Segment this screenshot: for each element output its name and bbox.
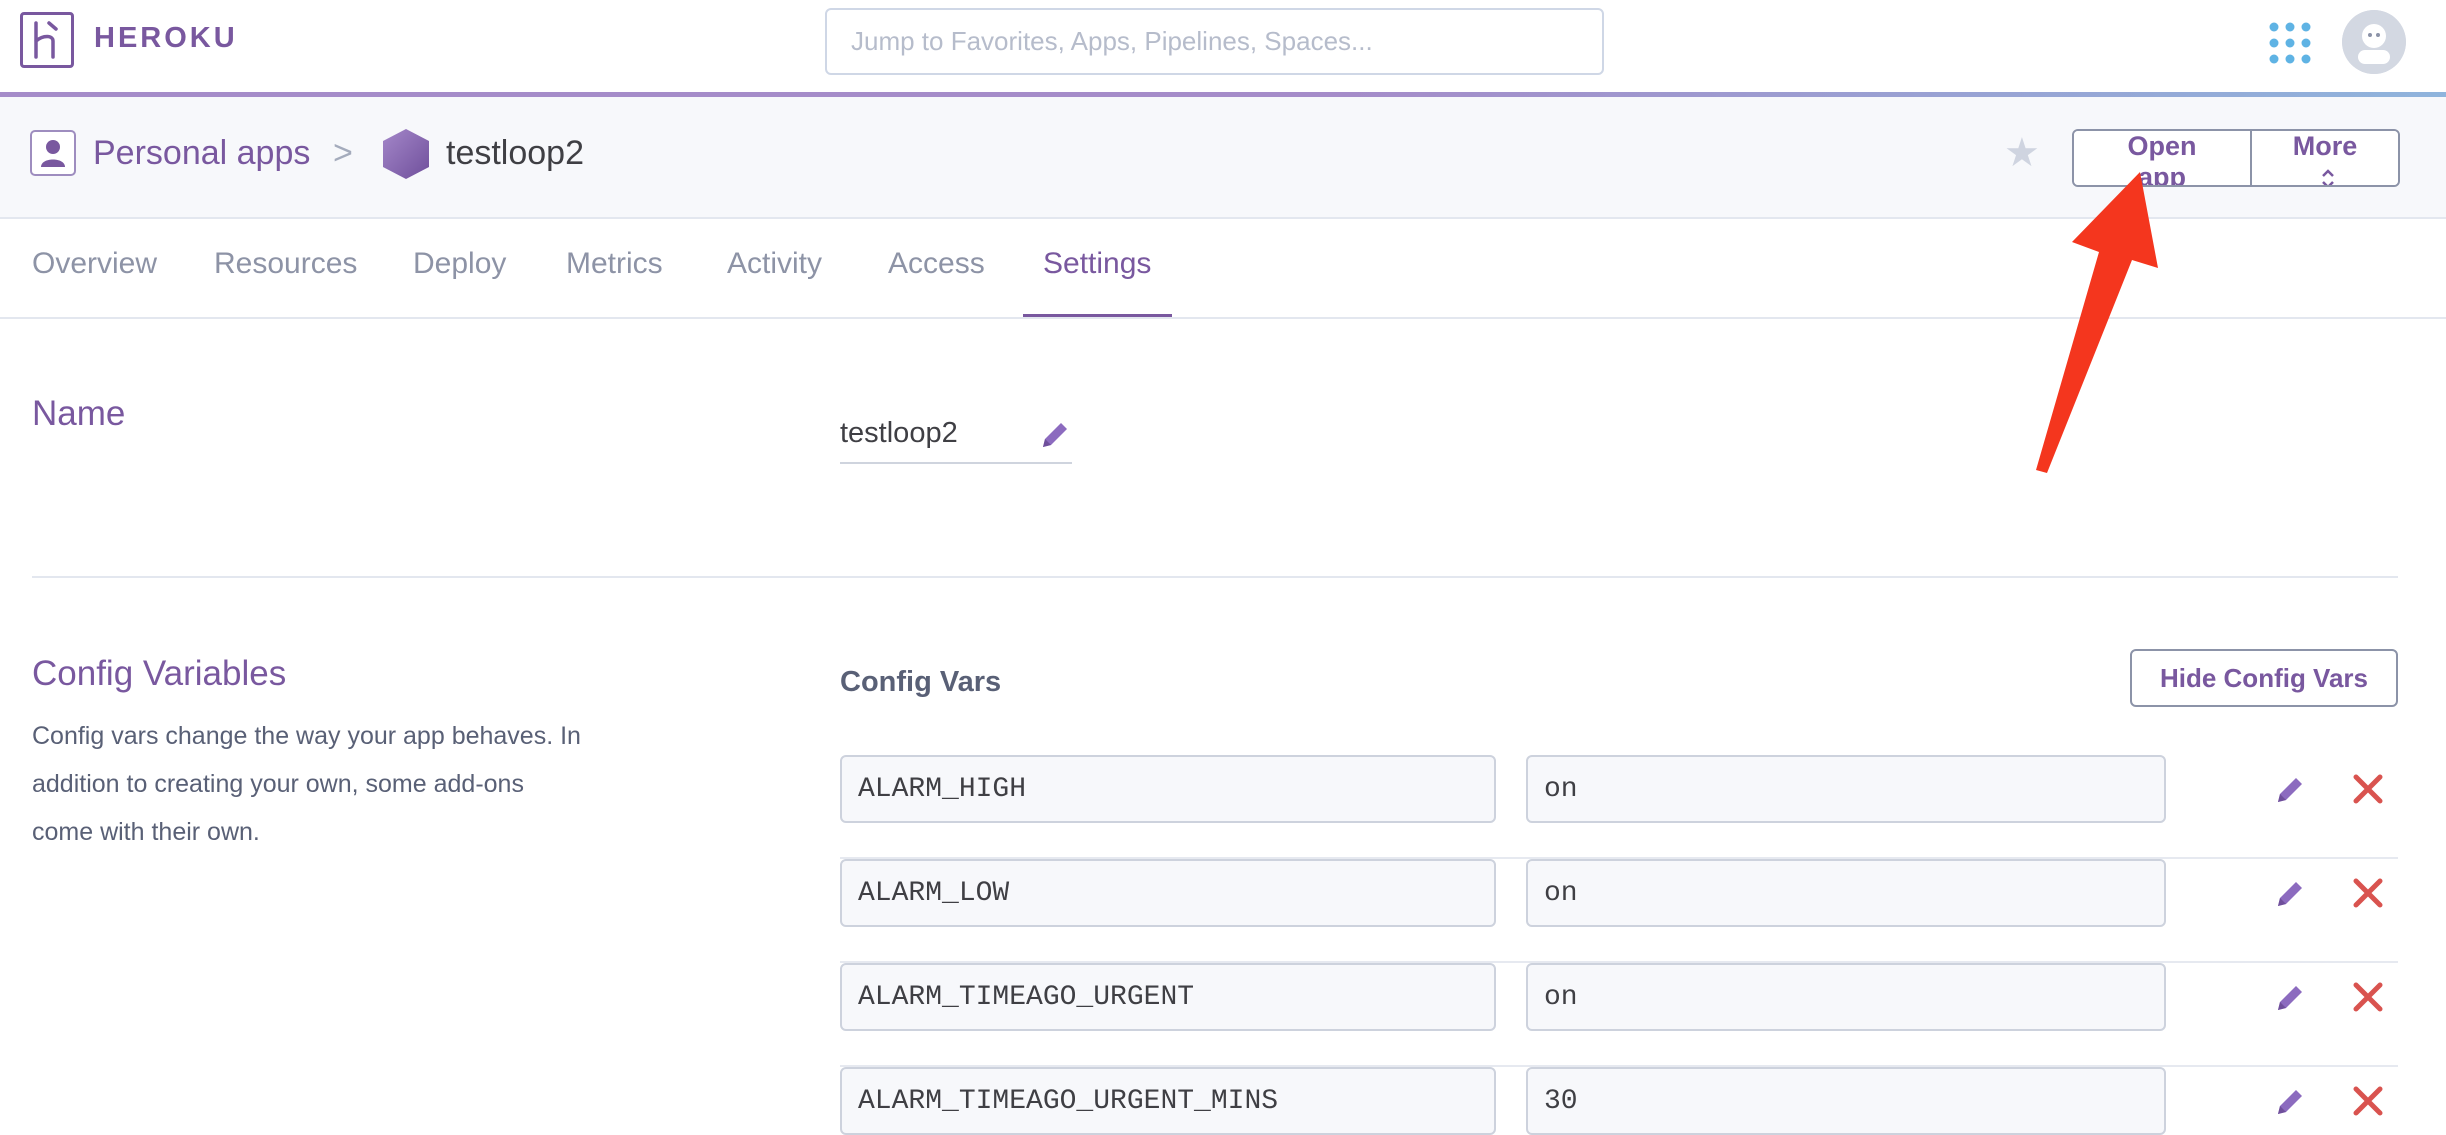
pencil-icon[interactable] — [2272, 979, 2308, 1015]
config-key-input[interactable] — [840, 859, 1496, 927]
app-hexagon-icon — [380, 127, 432, 181]
tab-access[interactable]: Access — [888, 247, 985, 281]
hide-config-vars-button[interactable]: Hide Config Vars — [2130, 649, 2398, 707]
pencil-icon[interactable] — [1038, 418, 1072, 452]
active-tab-indicator — [1023, 314, 1172, 317]
tab-metrics[interactable]: Metrics — [566, 247, 663, 281]
tab-settings[interactable]: Settings — [1043, 247, 1151, 281]
app-tabs: Overview Resources Deploy Metrics Activi… — [0, 217, 2446, 319]
pencil-icon[interactable] — [2272, 875, 2308, 911]
config-var-row — [840, 755, 2398, 859]
more-label: More — [2292, 131, 2358, 161]
pencil-icon[interactable] — [2272, 771, 2308, 807]
tab-overview[interactable]: Overview — [32, 247, 157, 281]
star-icon[interactable]: ★ — [2004, 133, 2040, 173]
config-section-title: Config Variables — [32, 654, 287, 693]
avatar[interactable] — [2342, 10, 2406, 74]
brand-name[interactable]: HEROKU — [94, 22, 238, 55]
close-icon[interactable] — [2348, 873, 2388, 913]
apps-grid-icon[interactable] — [2267, 20, 2313, 66]
config-value-input[interactable] — [1526, 963, 2166, 1031]
tab-resources[interactable]: Resources — [214, 247, 357, 281]
breadcrumb-personal-apps[interactable]: Personal apps — [93, 134, 310, 173]
name-section-title: Name — [32, 394, 126, 433]
tab-activity[interactable]: Activity — [727, 247, 822, 281]
app-name-value: testloop2 — [840, 417, 958, 449]
name-underline — [840, 462, 1072, 464]
config-var-row — [840, 1067, 2398, 1135]
config-var-row — [840, 859, 2398, 963]
chevron-up-down-icon — [2322, 169, 2334, 185]
config-vars-label: Config Vars — [840, 666, 1002, 698]
app-actions: Open app More — [2072, 129, 2400, 187]
close-icon[interactable] — [2348, 977, 2388, 1017]
open-app-button[interactable]: Open app — [2074, 131, 2252, 185]
config-key-input[interactable] — [840, 963, 1496, 1031]
top-navbar: HEROKU — [0, 0, 2446, 92]
section-divider — [32, 576, 2398, 578]
close-icon[interactable] — [2348, 1081, 2388, 1121]
close-icon[interactable] — [2348, 769, 2388, 809]
config-key-input[interactable] — [840, 755, 1496, 823]
tab-deploy[interactable]: Deploy — [413, 247, 506, 281]
config-key-input[interactable] — [840, 1067, 1496, 1135]
config-value-input[interactable] — [1526, 1067, 2166, 1135]
config-value-input[interactable] — [1526, 755, 2166, 823]
breadcrumb-app-name: testloop2 — [446, 134, 584, 172]
config-value-input[interactable] — [1526, 859, 2166, 927]
heroku-logo-icon[interactable] — [20, 12, 74, 68]
config-description: Config vars change the way your app beha… — [32, 722, 581, 846]
pencil-icon[interactable] — [2272, 1083, 2308, 1119]
more-button[interactable]: More — [2252, 131, 2398, 185]
app-header: Personal apps > testloop2 ★ Open app Mor… — [0, 97, 2446, 219]
config-var-row — [840, 963, 2398, 1067]
search-input[interactable] — [825, 8, 1604, 75]
breadcrumb-separator: > — [333, 134, 353, 172]
user-icon — [30, 130, 76, 176]
